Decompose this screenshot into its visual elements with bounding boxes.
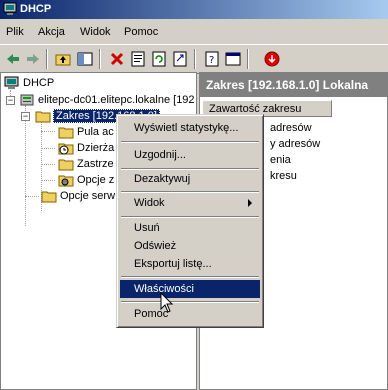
server-icon (20, 94, 34, 106)
tree-label: DHCP (23, 77, 55, 89)
menu-item-help[interactable]: Pomoc (120, 305, 260, 323)
toolbar-separator (247, 49, 249, 69)
menu-separator (121, 216, 259, 218)
menu-item-view[interactable]: Widok (120, 194, 260, 212)
export-list-icon[interactable] (171, 50, 189, 68)
details-header: Zakres [192.168.1.0] Lokalna (200, 73, 387, 97)
menu-item-deactivate[interactable]: Dezaktywuj (120, 170, 260, 188)
dhcp-icon (4, 76, 19, 89)
context-menu: Wyświetl statystykę... Uzgodnij... Dezak… (116, 114, 264, 328)
menu-separator (121, 276, 259, 278)
console-icon[interactable] (224, 50, 242, 68)
menu-pomoc[interactable]: Pomoc (124, 26, 158, 38)
toolbar: ? (0, 44, 388, 74)
menu-separator (121, 191, 259, 193)
tree-label: elitepc-dc01.elitepc.lokalne [192 (38, 94, 195, 106)
folder-icon (41, 191, 57, 203)
svg-text:?: ? (209, 55, 214, 66)
title-bar[interactable]: DHCP (0, 0, 388, 19)
mouse-pointer-icon (160, 292, 174, 313)
forward-icon[interactable] (24, 50, 42, 68)
toolbar-separator (99, 49, 101, 69)
menu-item-refresh[interactable]: Odśwież (120, 237, 260, 255)
back-icon[interactable] (4, 50, 22, 68)
tree-label: Pula ac (77, 126, 114, 138)
tree-label: Dzierża (77, 142, 115, 154)
properties-icon[interactable] (129, 50, 147, 68)
menu-item-properties[interactable]: Właściwości (120, 280, 260, 298)
menu-item-show-statistics[interactable]: Wyświetl statystykę... (120, 119, 260, 137)
menu-separator (121, 141, 259, 143)
window-title: DHCP (20, 3, 52, 15)
tree-label: Opcje serw (60, 190, 116, 202)
show-hide-tree-icon[interactable] (76, 50, 94, 68)
collapse-toggle[interactable]: − (6, 96, 15, 105)
menu-akcja[interactable]: Akcja (38, 26, 65, 38)
collapse-toggle[interactable]: − (21, 112, 30, 121)
delete-icon[interactable] (108, 50, 126, 68)
options-icon (58, 175, 74, 187)
folder-icon (58, 159, 74, 171)
details-title: Zakres [192.168.1.0] Lokalna (206, 78, 369, 92)
tree-label: Opcje z (77, 174, 115, 186)
menu-separator (121, 301, 259, 303)
menu-item-reconcile[interactable]: Uzgodnij... (120, 146, 260, 164)
refresh-icon[interactable] (150, 50, 168, 68)
dhcp-app-icon (3, 2, 17, 15)
folder-icon (58, 127, 74, 139)
up-folder-icon[interactable] (54, 50, 72, 68)
help-icon[interactable]: ? (203, 50, 221, 68)
menu-item-export-list[interactable]: Eksportuj listę... (120, 255, 260, 273)
menu-plik[interactable]: Plik (6, 26, 24, 38)
menu-widok[interactable]: Widok (80, 26, 111, 38)
menu-item-delete[interactable]: Usuń (120, 219, 260, 237)
toolbar-separator (194, 49, 196, 69)
menu-bar: Plik Akcja Widok Pomoc (0, 22, 388, 42)
clock-icon (58, 143, 74, 155)
submenu-arrow-icon (248, 199, 252, 207)
stop-icon[interactable] (263, 50, 281, 68)
tree-label: Zastrze (77, 158, 114, 170)
folder-icon (35, 111, 51, 123)
toolbar-separator (46, 49, 48, 69)
